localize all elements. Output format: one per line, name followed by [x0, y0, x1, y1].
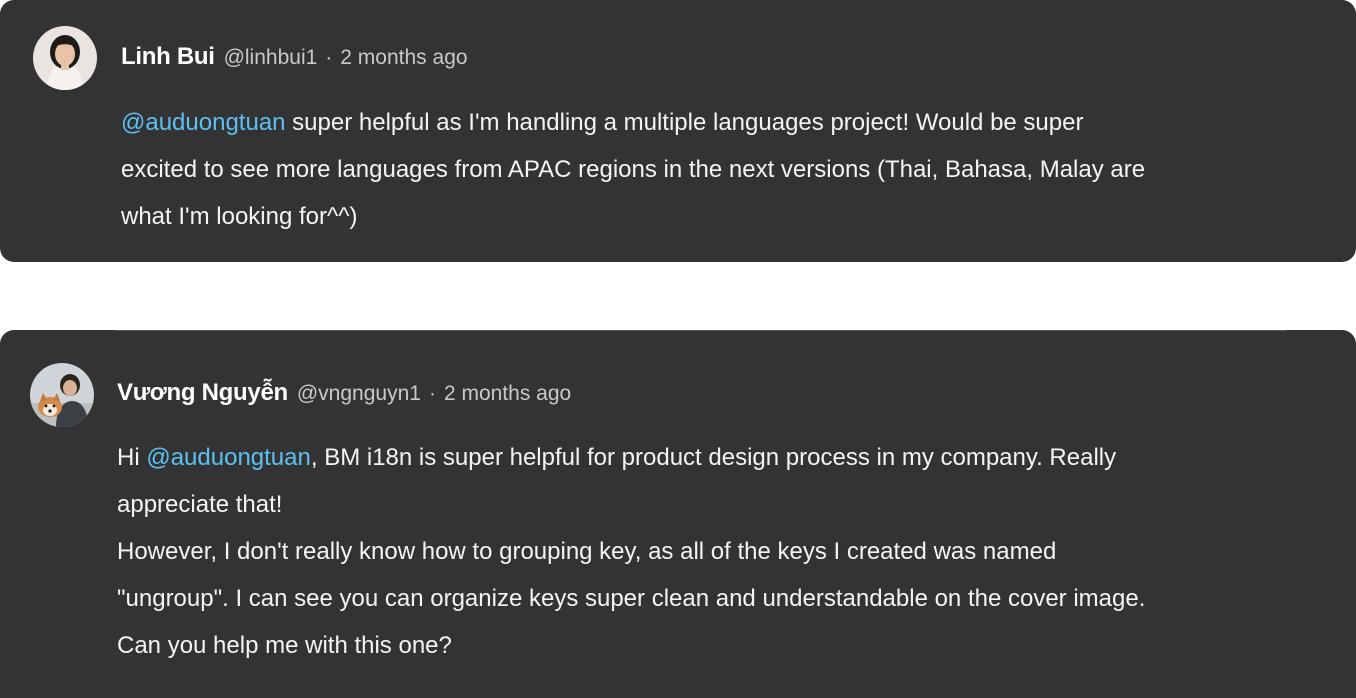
author-handle[interactable]: @linhbui1	[224, 46, 318, 70]
comment-text: Hi	[117, 444, 147, 471]
comment-body: Hi @auduongtuan, BM i18n is super helpfu…	[117, 434, 1145, 669]
user-avatar-icon	[33, 26, 97, 90]
comment-card: Linh Bui @linhbui1 · 2 months ago @auduo…	[0, 0, 1356, 262]
divider	[116, 330, 1286, 331]
comment-line: Can you help me with this one?	[117, 632, 452, 659]
timestamp[interactable]: 2 months ago	[340, 46, 467, 70]
author-handle[interactable]: @vngnguyn1	[297, 382, 421, 406]
separator-dot: ·	[428, 382, 436, 405]
mention-link[interactable]: @auduongtuan	[121, 109, 286, 136]
avatar[interactable]	[33, 26, 97, 90]
comment-line: @auduongtuan super helpful as I'm handli…	[121, 99, 1145, 146]
author-name[interactable]: Linh Bui	[121, 43, 215, 71]
comment-line: excited to see more languages from APAC …	[121, 156, 1146, 183]
comment-text: , BM i18n is super helpful for product d…	[310, 444, 1117, 471]
author-name[interactable]: Vương Nguyễn	[117, 379, 288, 407]
comment-line: Hi @auduongtuan, BM i18n is super helpfu…	[117, 434, 1145, 481]
comment-text: super helpful as I'm handling a multiple…	[285, 109, 1084, 136]
mention-link[interactable]: @auduongtuan	[146, 444, 311, 471]
comment-line: "ungroup". I can see you can organize ke…	[117, 585, 1146, 612]
comment-header: Vương Nguyễn @vngnguyn1 · 2 months ago	[117, 379, 571, 407]
comment-line: what I'm looking for^^)	[121, 203, 358, 230]
separator-dot: ·	[325, 46, 333, 69]
comment-line: appreciate that!	[117, 491, 283, 518]
comment-line: However, I don't really know how to grou…	[117, 538, 1057, 565]
user-avatar-icon	[30, 363, 94, 427]
timestamp[interactable]: 2 months ago	[444, 382, 571, 406]
comment-card: Vương Nguyễn @vngnguyn1 · 2 months ago H…	[0, 330, 1356, 698]
comment-header: Linh Bui @linhbui1 · 2 months ago	[121, 43, 468, 71]
comment-body: @auduongtuan super helpful as I'm handli…	[121, 99, 1145, 240]
avatar[interactable]	[30, 363, 94, 427]
